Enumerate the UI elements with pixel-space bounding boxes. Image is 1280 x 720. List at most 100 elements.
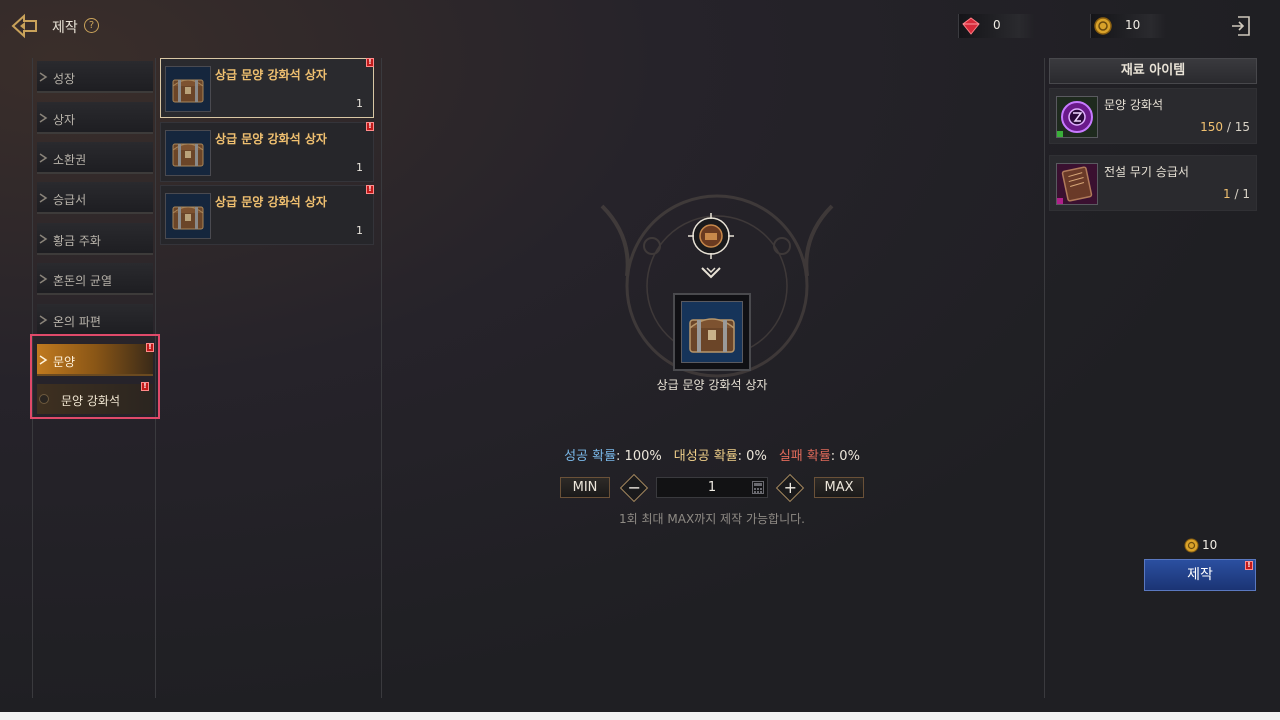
result-item-slot[interactable]	[673, 293, 751, 371]
exit-door-icon	[1232, 16, 1250, 36]
great-success-rate-value: : 0%	[737, 449, 767, 464]
sidebar-item-label: 승급서	[53, 193, 87, 207]
legendary-book-icon	[1056, 163, 1098, 205]
max-button[interactable]: MAX	[814, 477, 864, 498]
sidebar-subitem-label: 문양 강화석	[61, 394, 121, 408]
chevron-right-icon	[39, 315, 48, 325]
currency-gem: 0	[958, 14, 1034, 38]
calculator-icon[interactable]	[752, 481, 764, 494]
sidebar-subitem-glyph-enhance-stone[interactable]: 문양 강화석 !	[37, 382, 153, 414]
material-quantity: 150 / 15	[1200, 120, 1250, 134]
material-have: 150	[1200, 120, 1224, 134]
recipe-item[interactable]: 상급 문양 강화석 상자 1 !	[160, 58, 374, 118]
sidebar-item-label: 상자	[53, 113, 76, 127]
success-rate-value: : 100%	[616, 449, 662, 464]
top-bar: 제작 ? 0 10	[0, 0, 1280, 54]
chevron-right-icon	[39, 193, 48, 203]
gold-coin-icon	[1184, 538, 1199, 553]
chevron-right-icon	[39, 153, 48, 163]
alert-badge: !	[366, 58, 374, 67]
page-title: 제작	[52, 20, 78, 36]
sidebar-item-promotion-scroll[interactable]: 승급서	[37, 182, 153, 214]
alert-badge: !	[146, 343, 154, 352]
sidebar-item-box[interactable]: 상자	[37, 102, 153, 134]
recipe-item[interactable]: 상급 문양 강화석 상자 1 !	[160, 185, 374, 245]
craft-button[interactable]: 제작 !	[1144, 559, 1256, 591]
chevron-down-icon	[701, 267, 721, 279]
sidebar-item-label: 성장	[53, 72, 76, 86]
treasure-chest-icon	[165, 130, 211, 176]
fail-rate-label: 실패 확률	[778, 449, 831, 464]
alert-badge: !	[366, 185, 374, 194]
sidebar-item-growth[interactable]: 성장	[37, 61, 153, 93]
sidebar-item-on-fragment[interactable]: 온의 파편	[37, 304, 153, 336]
materials-header: 재료 아이템	[1049, 58, 1257, 84]
category-sidebar: 성장 상자 소환권 승급서 황금 주화 혼돈의 균열 온의 파편 문양 ! 문양…	[32, 58, 156, 698]
sidebar-item-gold-coin[interactable]: 황금 주화	[37, 223, 153, 255]
currency-coin-value: 10	[1125, 18, 1141, 32]
sidebar-item-label: 문양	[53, 355, 76, 369]
chevron-right-icon	[39, 274, 48, 284]
alert-badge: !	[141, 382, 149, 391]
exit-button[interactable]	[1230, 14, 1252, 38]
decrease-button[interactable]: −	[619, 473, 649, 503]
result-item-name: 상급 문양 강화석 상자	[656, 378, 768, 392]
material-item[interactable]: 문양 강화석 150 / 15	[1049, 88, 1257, 144]
material-quantity: 1 / 1	[1223, 187, 1250, 201]
recipe-list: 상급 문양 강화석 상자 1 ! 상급 문양 강화석 상자 1 ! 상급 문양 …	[158, 58, 382, 698]
sidebar-item-chaos-rift[interactable]: 혼돈의 균열	[37, 263, 153, 295]
max-craft-note: 1회 최대 MAX까지 제작 가능합니다.	[619, 512, 805, 526]
min-button[interactable]: MIN	[560, 477, 610, 498]
sidebar-item-label: 소환권	[53, 153, 87, 167]
back-button[interactable]	[10, 12, 40, 40]
material-item[interactable]: 전설 무기 승급서 1 / 1	[1049, 155, 1257, 211]
sidebar-item-summon-ticket[interactable]: 소환권	[37, 142, 153, 174]
plus-icon: +	[783, 478, 798, 498]
sidebar-item-label: 황금 주화	[53, 234, 101, 248]
quantity-stepper: MIN − 1 + MAX	[560, 473, 866, 503]
recipe-item[interactable]: 상급 문양 강화석 상자 1 !	[160, 122, 374, 182]
success-rate-label: 성공 확률	[564, 449, 617, 464]
currency-coin: 10	[1090, 14, 1166, 38]
radio-dot-icon	[39, 394, 49, 404]
chevron-right-icon	[39, 72, 48, 82]
craft-target-icon[interactable]	[688, 213, 734, 259]
recipe-count: 1	[356, 97, 363, 110]
increase-button[interactable]: +	[775, 473, 805, 503]
alert-badge: !	[366, 122, 374, 131]
sidebar-item-glyph[interactable]: 문양 !	[37, 343, 154, 376]
recipe-name: 상급 문양 강화석 상자	[215, 195, 327, 209]
back-arrow-icon	[11, 13, 37, 39]
craft-button-label: 제작	[1187, 567, 1213, 583]
material-name: 문양 강화석	[1104, 98, 1164, 112]
great-success-rate-label: 대성공 확률	[673, 449, 738, 464]
red-gem-icon	[962, 17, 980, 35]
chevron-right-icon	[39, 234, 48, 244]
treasure-chest-icon	[165, 66, 211, 112]
chevron-right-icon	[39, 113, 48, 123]
material-need: / 15	[1223, 120, 1250, 134]
craft-rates: 성공 확률: 100% 대성공 확률: 0% 실패 확률: 0%	[540, 445, 884, 464]
fail-rate-value: : 0%	[830, 449, 860, 464]
chevron-right-icon	[39, 355, 48, 365]
recipe-name: 상급 문양 강화석 상자	[215, 132, 327, 146]
materials-panel: 재료 아이템 문양 강화석 150 / 15 전설 무기 승급서 1 / 1	[1044, 58, 1258, 698]
treasure-chest-icon	[681, 301, 743, 363]
alert-badge: !	[1245, 561, 1253, 570]
minus-icon: −	[627, 478, 642, 498]
sidebar-item-label: 온의 파편	[53, 315, 101, 329]
purple-glyph-stone-icon	[1056, 96, 1098, 138]
recipe-count: 1	[356, 161, 363, 174]
gold-coin-icon	[1094, 17, 1112, 35]
material-have: 1	[1223, 187, 1231, 201]
craft-cost-value: 10	[1202, 538, 1218, 552]
recipe-count: 1	[356, 224, 363, 237]
sidebar-item-label: 혼돈의 균열	[53, 274, 113, 288]
help-icon[interactable]: ?	[84, 18, 99, 33]
recipe-name: 상급 문양 강화석 상자	[215, 68, 327, 82]
material-name: 전설 무기 승급서	[1104, 165, 1189, 179]
game-screen: 제작 ? 0 10 성장 상자 소환권 승급서 황금 주화 혼돈의 균열 온의 …	[0, 0, 1280, 720]
material-need: / 1	[1230, 187, 1251, 201]
treasure-chest-icon	[165, 193, 211, 239]
currency-gem-value: 0	[993, 18, 1001, 32]
